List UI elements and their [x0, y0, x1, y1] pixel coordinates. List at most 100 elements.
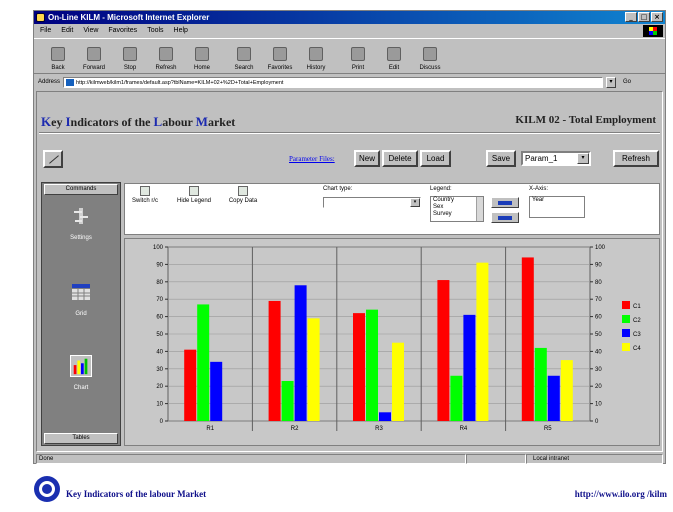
legend-listbox[interactable]: Country Sex Survey: [430, 196, 484, 222]
chevron-down-icon: ▾: [577, 153, 589, 164]
parameter-files-link[interactable]: Parameter Files:: [289, 155, 335, 163]
history-button[interactable]: History: [298, 39, 334, 73]
minimize-button[interactable]: _: [625, 12, 637, 22]
bar: [281, 380, 294, 421]
copy-data-button[interactable]: Copy Data: [225, 186, 261, 204]
kilm-code-title: KILM 02 - Total Employment: [515, 114, 656, 126]
legend-swatch: [622, 343, 630, 351]
y2-tick-label: 40: [595, 349, 602, 355]
bar: [547, 375, 560, 421]
y2-tick-label: 100: [595, 245, 606, 251]
forward-button[interactable]: Forward: [76, 39, 112, 73]
address-label: Address: [38, 79, 61, 85]
bar: [437, 280, 450, 421]
sidebar-header[interactable]: Commands: [44, 184, 118, 195]
bar: [210, 361, 223, 421]
bar: [463, 314, 476, 421]
scrollbar[interactable]: [476, 197, 483, 221]
page-icon: [66, 78, 75, 86]
y-tick-label: 20: [156, 384, 163, 390]
new-button[interactable]: New: [354, 150, 380, 167]
refresh-icon: [159, 47, 173, 61]
xaxis-label: X-Axis:: [529, 186, 549, 192]
legend-swatch: [622, 315, 630, 323]
menu-tools[interactable]: Tools: [147, 25, 163, 37]
footer-url[interactable]: http://www.ilo.org /kilm: [575, 489, 667, 499]
discuss-button[interactable]: Discuss: [412, 39, 448, 73]
pen-icon[interactable]: [43, 150, 63, 168]
bar: [294, 285, 307, 421]
xaxis-listbox[interactable]: Year: [529, 196, 585, 218]
arrow-right-icon: [498, 201, 512, 205]
switch-icon: [140, 186, 150, 196]
copy-icon: [238, 186, 248, 196]
command-sidebar: Commands Settings Grid Chart Tables: [41, 182, 121, 446]
edit-icon: [387, 47, 401, 61]
chart-type-select[interactable]: ▾: [323, 197, 421, 208]
forward-icon: [87, 47, 101, 61]
parameter-select[interactable]: Param_1 ▾: [521, 151, 591, 166]
chart-type-label: Chart type:: [323, 186, 353, 192]
sidebar-item-grid[interactable]: Grid: [42, 281, 120, 317]
title-bar: On-Line KILM - Microsoft Internet Explor…: [34, 11, 665, 24]
favorites-button[interactable]: Favorites: [262, 39, 298, 73]
home-icon: [195, 47, 209, 61]
settings-icon: [74, 208, 88, 224]
y-tick-label: 90: [156, 262, 163, 268]
save-button[interactable]: Save: [486, 150, 516, 167]
edit-button[interactable]: Edit: [376, 39, 412, 73]
stop-button[interactable]: Stop: [112, 39, 148, 73]
menu-view[interactable]: View: [83, 25, 98, 37]
chart-area: 0 0 10 10 20 20 30 30 40 40 50 50 60 60 70 70 80 80 90 90 10…: [124, 238, 660, 446]
discuss-icon: [423, 47, 437, 61]
bar: [184, 349, 197, 421]
bar: [450, 375, 463, 421]
home-button[interactable]: Home: [184, 39, 220, 73]
y2-tick-label: 70: [595, 297, 602, 303]
refresh-button[interactable]: Refresh: [148, 39, 184, 73]
go-button[interactable]: Go: [623, 79, 631, 85]
sidebar-footer-tables[interactable]: Tables: [44, 433, 118, 444]
y-tick-label: 50: [156, 332, 163, 338]
load-button[interactable]: Load: [420, 150, 451, 167]
refresh-page-button[interactable]: Refresh: [613, 150, 659, 167]
menu-help[interactable]: Help: [174, 25, 188, 37]
maximize-button[interactable]: □: [638, 12, 650, 22]
move-left-button[interactable]: [491, 212, 519, 223]
page-title: Key Indicators of the Labour Market: [41, 114, 236, 129]
print-icon: [351, 47, 365, 61]
close-button[interactable]: ×: [651, 12, 663, 22]
menu-favorites[interactable]: Favorites: [108, 25, 137, 37]
stop-icon: [123, 47, 137, 61]
search-button[interactable]: Search: [226, 39, 262, 73]
y2-tick-label: 20: [595, 384, 602, 390]
browser-toolbar: Back Forward Stop Refresh Home Search Fa…: [34, 38, 665, 74]
back-icon: [51, 47, 65, 61]
sidebar-item-settings[interactable]: Settings: [42, 205, 120, 241]
print-button[interactable]: Print: [340, 39, 376, 73]
hide-legend-button[interactable]: Hide Legend: [175, 186, 213, 204]
legend-swatch: [622, 329, 630, 337]
menu-edit[interactable]: Edit: [61, 25, 73, 37]
back-button[interactable]: Back: [40, 39, 76, 73]
address-dropdown-button[interactable]: ▾: [606, 76, 617, 88]
legend-label: Legend:: [430, 186, 452, 192]
y2-tick-label: 60: [595, 315, 602, 321]
browser-window: On-Line KILM - Microsoft Internet Explor…: [33, 10, 666, 464]
sidebar-item-chart[interactable]: Chart: [42, 355, 120, 391]
y-tick-label: 30: [156, 367, 163, 373]
y-tick-label: 0: [160, 419, 164, 425]
move-right-button[interactable]: [491, 197, 519, 208]
chevron-down-icon: ▾: [410, 198, 420, 207]
x-tick-label: R2: [291, 426, 299, 432]
ilo-logo-icon: [34, 476, 60, 502]
favorites-icon: [273, 47, 287, 61]
address-input[interactable]: http://kilmweb/kilm1/frames/default.asp?…: [63, 76, 604, 88]
delete-button[interactable]: Delete: [382, 150, 418, 167]
x-tick-label: R5: [544, 426, 552, 432]
legend-label: C4: [633, 346, 641, 352]
y-tick-label: 80: [156, 280, 163, 286]
x-tick-label: R1: [206, 426, 214, 432]
switch-rc-button[interactable]: Switch r/c: [131, 186, 159, 204]
menu-file[interactable]: File: [40, 25, 51, 37]
